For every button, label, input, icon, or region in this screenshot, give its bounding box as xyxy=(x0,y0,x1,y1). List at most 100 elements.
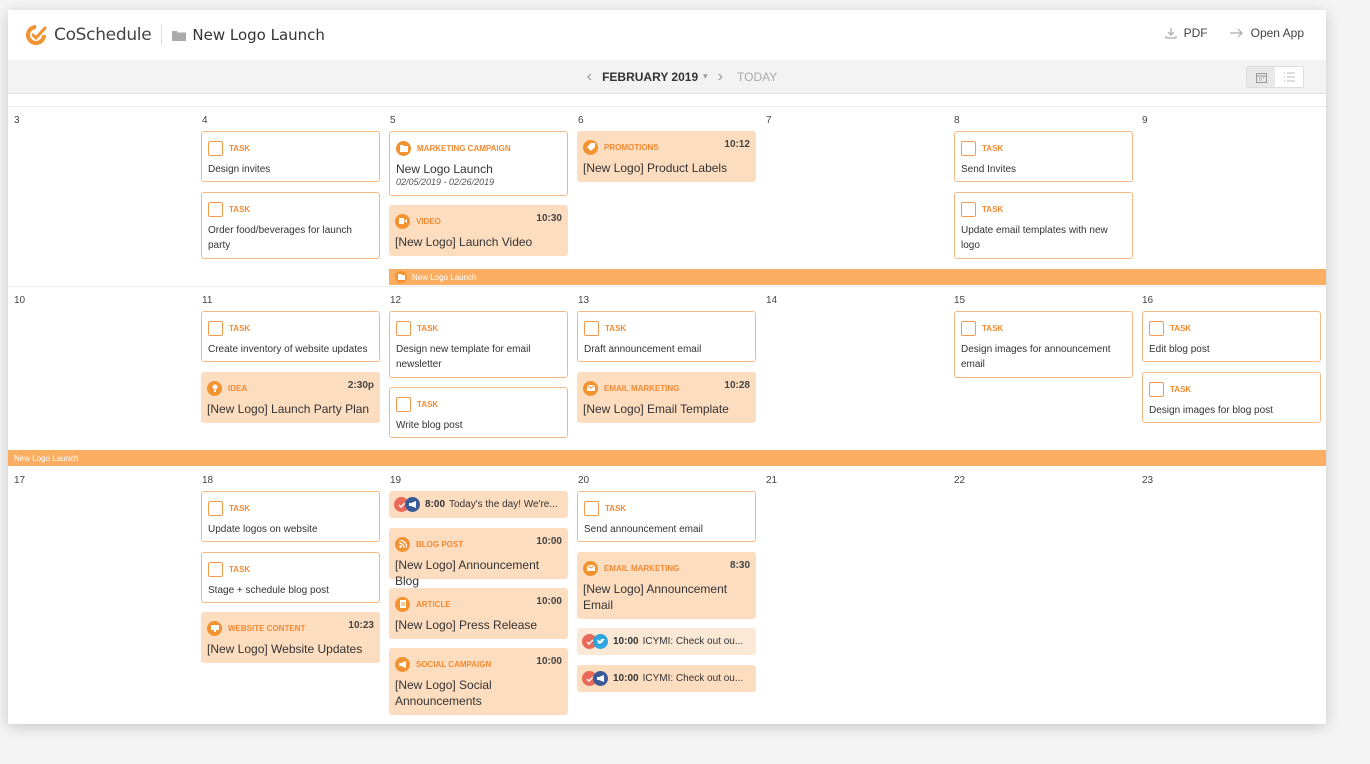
task-checkbox[interactable] xyxy=(208,201,223,217)
list-view-button[interactable] xyxy=(1275,67,1303,87)
prev-month-button[interactable]: ‹ xyxy=(577,68,602,86)
card-time: 10:00 xyxy=(536,596,562,607)
day-number: 3 xyxy=(14,115,20,126)
day-number: 10 xyxy=(14,295,26,306)
card-time: 10:00 xyxy=(536,656,562,667)
task-checkbox[interactable] xyxy=(584,500,599,516)
open-app-button[interactable]: Open App xyxy=(1229,26,1304,40)
task-checkbox[interactable] xyxy=(1149,320,1164,336)
card-title: [New Logo] Social Announcements xyxy=(395,678,492,708)
card-title: Update email templates with new logo xyxy=(961,225,1108,251)
list-icon xyxy=(1283,72,1295,82)
divider xyxy=(161,25,163,45)
content-card[interactable]: EMAIL MARKETING 10:28 [New Logo] Email T… xyxy=(577,372,756,423)
task-checkbox[interactable] xyxy=(1149,381,1164,397)
calendar-view-button[interactable] xyxy=(1247,67,1275,87)
content-card[interactable]: IDEA 2:30p [New Logo] Launch Party Plan xyxy=(201,372,380,423)
next-month-button[interactable]: › xyxy=(708,68,733,86)
content-card[interactable]: BLOG POST 10:00 [New Logo] Announcement … xyxy=(389,528,568,588)
top-bar: CoSchedule New Logo Launch PDF Open App xyxy=(8,10,1326,60)
card-type: SOCIAL CAMPAIGN xyxy=(416,659,492,669)
card-title: Edit blog post xyxy=(1149,344,1210,355)
task-checkbox[interactable] xyxy=(961,201,976,217)
task-card[interactable]: TASK Design images for announcement emai… xyxy=(954,311,1133,378)
task-checkbox[interactable] xyxy=(396,320,411,336)
task-card[interactable]: TASK Draft announcement email xyxy=(577,311,756,362)
card-type: TASK xyxy=(982,204,1004,214)
task-card[interactable]: TASK Send Invites xyxy=(954,131,1133,182)
content-card[interactable]: SOCIAL CAMPAIGN 10:00 [New Logo] Social … xyxy=(389,648,568,715)
day-number: 16 xyxy=(1142,295,1154,306)
task-checkbox[interactable] xyxy=(208,561,223,577)
pdf-button[interactable]: PDF xyxy=(1165,26,1208,40)
campaign-band[interactable]: New Logo Launch xyxy=(8,450,1326,466)
folder-icon xyxy=(395,271,407,283)
task-checkbox[interactable] xyxy=(396,396,411,412)
task-card[interactable]: TASK Order food/beverages for launch par… xyxy=(201,192,380,259)
card-type: VIDEO xyxy=(416,216,441,226)
card-title: [New Logo] Product Labels xyxy=(583,161,728,175)
task-checkbox[interactable] xyxy=(208,140,223,156)
today-button[interactable]: TODAY xyxy=(737,70,777,84)
day-number: 14 xyxy=(766,295,778,306)
social-message[interactable]: 10:00 ICYMI: Check out ou... xyxy=(577,665,756,692)
card-type: TASK xyxy=(605,503,627,513)
monitor-icon xyxy=(207,620,222,636)
task-checkbox[interactable] xyxy=(208,320,223,336)
day-number: 5 xyxy=(390,115,396,126)
tag-icon xyxy=(583,139,598,155)
task-card[interactable]: TASK Design invites xyxy=(201,131,380,182)
envelope-icon xyxy=(583,380,598,396)
social-message[interactable]: 10:00 ICYMI: Check out ou... xyxy=(577,628,756,655)
card-type: TASK xyxy=(982,143,1004,153)
task-card[interactable]: TASK Write blog post xyxy=(389,387,568,438)
day-number: 6 xyxy=(578,115,584,126)
pdf-label: PDF xyxy=(1183,26,1208,40)
project-title: New Logo Launch xyxy=(172,26,325,44)
content-card[interactable]: VIDEO 10:30 [New Logo] Launch Video xyxy=(389,205,568,256)
logo[interactable]: CoSchedule xyxy=(24,23,152,47)
card-type: TASK xyxy=(229,204,251,214)
rss-icon xyxy=(395,536,410,552)
open-app-label: Open App xyxy=(1250,26,1304,40)
task-checkbox[interactable] xyxy=(208,500,223,516)
social-icons xyxy=(394,497,420,512)
day-number: 20 xyxy=(578,475,590,486)
card-title: [New Logo] Announcement Blog xyxy=(395,558,540,588)
task-card[interactable]: TASK Create inventory of website updates xyxy=(201,311,380,362)
task-card[interactable]: TASK Design images for blog post xyxy=(1142,372,1321,423)
social-icons xyxy=(582,671,608,686)
video-icon xyxy=(395,213,410,229)
app-window: CoSchedule New Logo Launch PDF Open App … xyxy=(8,10,1326,724)
task-checkbox[interactable] xyxy=(584,320,599,336)
card-title: [New Logo] Press Release xyxy=(395,618,538,632)
social-message[interactable]: 8:00 Today's the day! We're... xyxy=(389,491,568,518)
month-picker[interactable]: FEBRUARY 2019 xyxy=(602,70,698,84)
campaign-card[interactable]: MARKETING CAMPAIGN New Logo Launch 02/05… xyxy=(389,131,568,196)
task-card[interactable]: TASK Stage + schedule blog post xyxy=(201,552,380,603)
day-number: 15 xyxy=(954,295,966,306)
card-title: [New Logo] Email Template xyxy=(583,402,729,416)
content-card[interactable]: EMAIL MARKETING 8:30 [New Logo] Announce… xyxy=(577,552,756,619)
task-card[interactable]: TASK Update logos on website xyxy=(201,491,380,542)
card-type: TASK xyxy=(1170,323,1192,333)
task-card[interactable]: TASK Send announcement email xyxy=(577,491,756,542)
day-number: 8 xyxy=(954,115,960,126)
card-title: Write blog post xyxy=(396,420,463,431)
content-card[interactable]: ARTICLE 10:00 [New Logo] Press Release xyxy=(389,588,568,639)
task-checkbox[interactable] xyxy=(961,140,976,156)
task-card[interactable]: TASK Design new template for email newsl… xyxy=(389,311,568,378)
campaign-band[interactable]: New Logo Launch xyxy=(389,269,1326,285)
card-title: Update logos on website xyxy=(208,524,318,535)
task-checkbox[interactable] xyxy=(961,320,976,336)
task-card[interactable]: TASK Update email templates with new log… xyxy=(954,192,1133,259)
task-card[interactable]: TASK Edit blog post xyxy=(1142,311,1321,362)
message-time: 10:00 xyxy=(613,673,639,684)
card-title: Draft announcement email xyxy=(584,344,702,355)
card-type: WEBSITE CONTENT xyxy=(228,623,306,633)
card-time: 10:12 xyxy=(724,139,750,150)
card-title: [New Logo] Launch Party Plan xyxy=(207,402,370,416)
content-card[interactable]: PROMOTIONS 10:12 [New Logo] Product Labe… xyxy=(577,131,756,182)
card-type: TASK xyxy=(605,323,627,333)
content-card[interactable]: WEBSITE CONTENT 10:23 [New Logo] Website… xyxy=(201,612,380,663)
